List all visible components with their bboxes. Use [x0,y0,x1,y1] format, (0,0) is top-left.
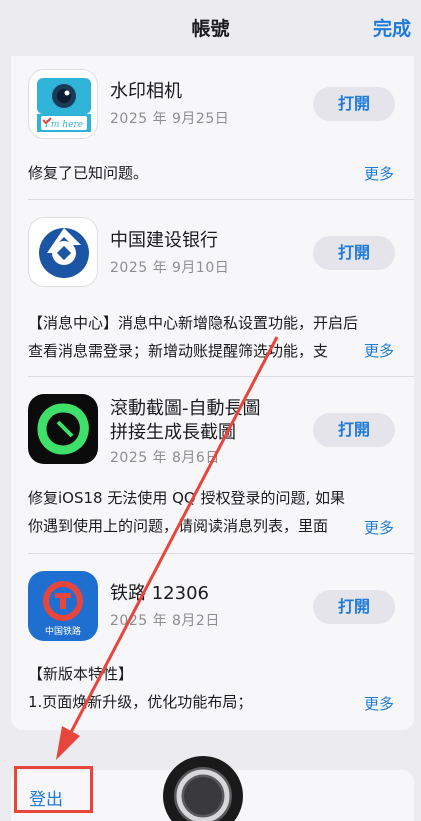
divider [28,376,414,377]
ccb-bank-icon [28,217,98,287]
assistive-touch-button[interactable] [155,754,251,821]
release-notes: 修复了已知问题。 [28,159,368,187]
railway-icon: 中国铁路 [28,571,98,641]
release-notes-line: 修复了已知问题。 [28,164,149,182]
more-button[interactable]: 更多 [362,693,395,714]
scroll-screenshot-icon [28,394,98,464]
open-button[interactable]: 打開 [313,87,395,121]
release-notes-line: 你遇到使用上的问题，请阅读消息列表，里面 [28,517,329,535]
release-notes-line: 【新版本特性】 [28,665,134,683]
release-notes-line: 查看消息需登录；新增动账提醒筛选功能，支 [28,342,329,360]
divider [28,553,414,554]
app-name-line: 滾動截圖-自動長圖 [110,398,261,419]
app-name-line: 拼接生成長截圖 [110,422,236,443]
open-button[interactable]: 打開 [313,236,395,270]
nav-header: 帳號 完成 [0,0,421,56]
app-name: 滾動截圖-自動長圖 拼接生成長截圖 [110,397,261,445]
release-notes-line: 1.页面焕新升级，优化功能布局； [28,693,253,711]
release-notes-line: 【消息中心】消息中心新增隐私设置功能，开启后 [28,314,359,332]
app-name: 中国建设银行 [110,230,218,251]
open-button[interactable]: 打開 [313,590,395,624]
camera-icon: I'm here [28,69,98,139]
release-notes-line: 修复iOS18 无法使用 QQ 授权登录的问题, 如果 [28,489,346,507]
divider [28,199,414,200]
more-button[interactable]: 更多 [362,163,395,184]
app-name: 铁路 12306 [110,583,209,604]
more-button[interactable]: 更多 [362,517,395,538]
app-date: 2025 年 9月25日 [110,111,230,127]
app-list: I'm here 水印相机 2025 年 9月25日 打開 修复了已知问题。 更… [11,56,414,730]
app-date: 2025 年 8月6日 [110,450,220,466]
camera-icon-text: I'm here [44,120,83,130]
more-button[interactable]: 更多 [362,340,395,361]
release-notes: 【新版本特性】 1.页面焕新升级，优化功能布局； [28,660,368,716]
release-notes: 修复iOS18 无法使用 QQ 授权登录的问题, 如果 你遇到使用上的问题，请阅… [28,484,368,540]
app-name: 水印相机 [110,81,182,102]
page-title: 帳號 [191,18,230,40]
release-notes: 【消息中心】消息中心新增隐私设置功能，开启后 查看消息需登录；新增动账提醒筛选功… [28,309,368,365]
railway-icon-text: 中国铁路 [45,625,81,637]
app-date: 2025 年 8月2日 [110,613,220,629]
app-date: 2025 年 9月10日 [110,260,230,276]
annotation-highlight-box [14,766,93,813]
open-button[interactable]: 打開 [313,413,395,447]
done-button[interactable]: 完成 [373,14,411,41]
